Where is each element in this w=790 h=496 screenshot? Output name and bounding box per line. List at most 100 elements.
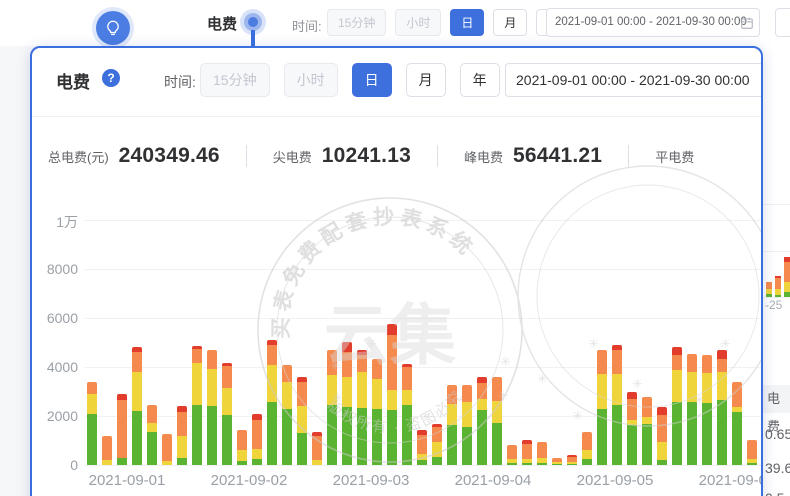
bar-orange-segment (342, 352, 352, 377)
date-range-input[interactable]: 2021-09-01 00:00 - 2021-09-30 00:00 (505, 63, 763, 97)
gridline (85, 269, 763, 270)
bar-green-segment (582, 459, 592, 465)
bar-red-segment (132, 347, 142, 352)
time-label: 时间: (164, 72, 196, 92)
stat-label: 尖电费 (273, 147, 312, 166)
bar-green-segment (132, 411, 142, 465)
x-axis-label: 2021-09-02 (194, 472, 304, 489)
bar (207, 350, 217, 465)
time-button-year[interactable]: 年 (460, 63, 500, 97)
bar-orange-segment (462, 385, 472, 402)
bar-orange-segment (672, 355, 682, 370)
bar-yellow-segment (522, 459, 532, 463)
bar-red-segment (252, 414, 262, 420)
bar-orange-segment (717, 359, 727, 372)
bar-red-segment (432, 424, 442, 427)
bar-green-segment (387, 410, 397, 465)
stat-label: 总电费(元) (48, 147, 109, 166)
bar-green-segment (612, 405, 622, 465)
bar-green-segment (342, 407, 352, 465)
bar (462, 385, 472, 465)
bar-yellow-segment (552, 462, 562, 464)
bar (507, 445, 517, 465)
bar-yellow-segment (102, 460, 112, 465)
bar-yellow-segment (762, 448, 763, 459)
bar-red-segment (267, 340, 277, 345)
bar-orange-segment (387, 335, 397, 390)
bar-orange-segment (537, 442, 547, 458)
bar-orange-segment (147, 405, 157, 423)
bar-green-segment (282, 409, 292, 465)
time-button-15min: 15分钟 (327, 9, 386, 36)
bar-yellow-segment (432, 442, 442, 457)
bar-yellow-segment (132, 372, 142, 411)
time-button-month[interactable]: 月 (493, 9, 527, 36)
bar-orange-segment (657, 415, 667, 442)
bar-orange-segment (732, 382, 742, 407)
bar-red-segment (522, 440, 532, 444)
bar-orange-segment (132, 352, 142, 372)
bar-orange-segment (312, 436, 322, 461)
time-button-day[interactable]: 日 (352, 63, 392, 97)
mini-bar-segment (784, 292, 790, 297)
svg-text:✳: ✳ (498, 388, 509, 403)
date-range-input[interactable]: 2021-09-01 00:00 - 2021-09-30 00:00 (546, 8, 760, 37)
y-axis-label: 0 (34, 457, 78, 473)
bar-orange-segment (642, 397, 652, 417)
bar-green-segment (732, 412, 742, 465)
bar-yellow-segment (657, 442, 667, 460)
clipped-button[interactable] (775, 8, 790, 37)
bar (252, 414, 262, 465)
bar-orange-segment (237, 430, 247, 450)
svg-text:✳: ✳ (330, 358, 341, 373)
help-icon[interactable]: ? (102, 69, 120, 87)
bar (627, 392, 637, 465)
bar-yellow-segment (207, 369, 217, 406)
bar-green-segment (762, 459, 763, 465)
bar (357, 350, 367, 465)
bar-yellow-segment (672, 370, 682, 402)
bar-green-segment (597, 409, 607, 465)
underlying-mini-bar (775, 276, 781, 297)
bar-red-segment (222, 363, 232, 365)
time-button-day[interactable]: 日 (450, 9, 484, 36)
bar-green-segment (642, 424, 652, 465)
bar (447, 385, 457, 465)
mini-bar-segment (766, 282, 772, 289)
bar-green-segment (147, 432, 157, 465)
lightbulb-icon (104, 19, 122, 37)
stat-value: 240349.46 (119, 144, 220, 168)
bar-red-segment (612, 345, 622, 350)
bar-red-segment (387, 324, 397, 336)
underlying-page-strip: -25 电费 0.65 39.6 0.5 (763, 46, 790, 496)
bar-red-segment (657, 407, 667, 414)
stat-item: 平电费 (655, 147, 704, 166)
bar (372, 359, 382, 465)
x-axis-label: 2021-09-01 (72, 472, 182, 489)
y-axis-label: 4000 (34, 359, 78, 375)
bar-green-segment (432, 457, 442, 465)
gridline (85, 318, 763, 319)
bar-green-segment (372, 409, 382, 465)
bar-orange-segment (507, 445, 517, 459)
sidebar-lightbulb-button[interactable] (96, 11, 130, 45)
bar-yellow-segment (477, 399, 487, 410)
time-button-month[interactable]: 月 (406, 63, 446, 97)
bar-orange-segment (702, 355, 712, 373)
bar-orange-segment (522, 444, 532, 459)
bar (387, 324, 397, 465)
bar (477, 377, 487, 465)
bar (432, 424, 442, 465)
mini-bar-segment (775, 295, 781, 297)
bar (657, 407, 667, 465)
svg-text:买表免费配套抄表系统: 买表免费配套抄表系统 (270, 206, 480, 339)
bar-yellow-segment (342, 377, 352, 407)
bar-yellow-segment (702, 373, 712, 403)
bar-yellow-segment (492, 401, 502, 423)
bar-green-segment (552, 464, 562, 465)
bar-orange-segment (402, 367, 412, 390)
bar-green-segment (477, 410, 487, 465)
bar-green-segment (462, 427, 472, 465)
bar-yellow-segment (402, 390, 412, 405)
bar-yellow-segment (717, 372, 727, 400)
